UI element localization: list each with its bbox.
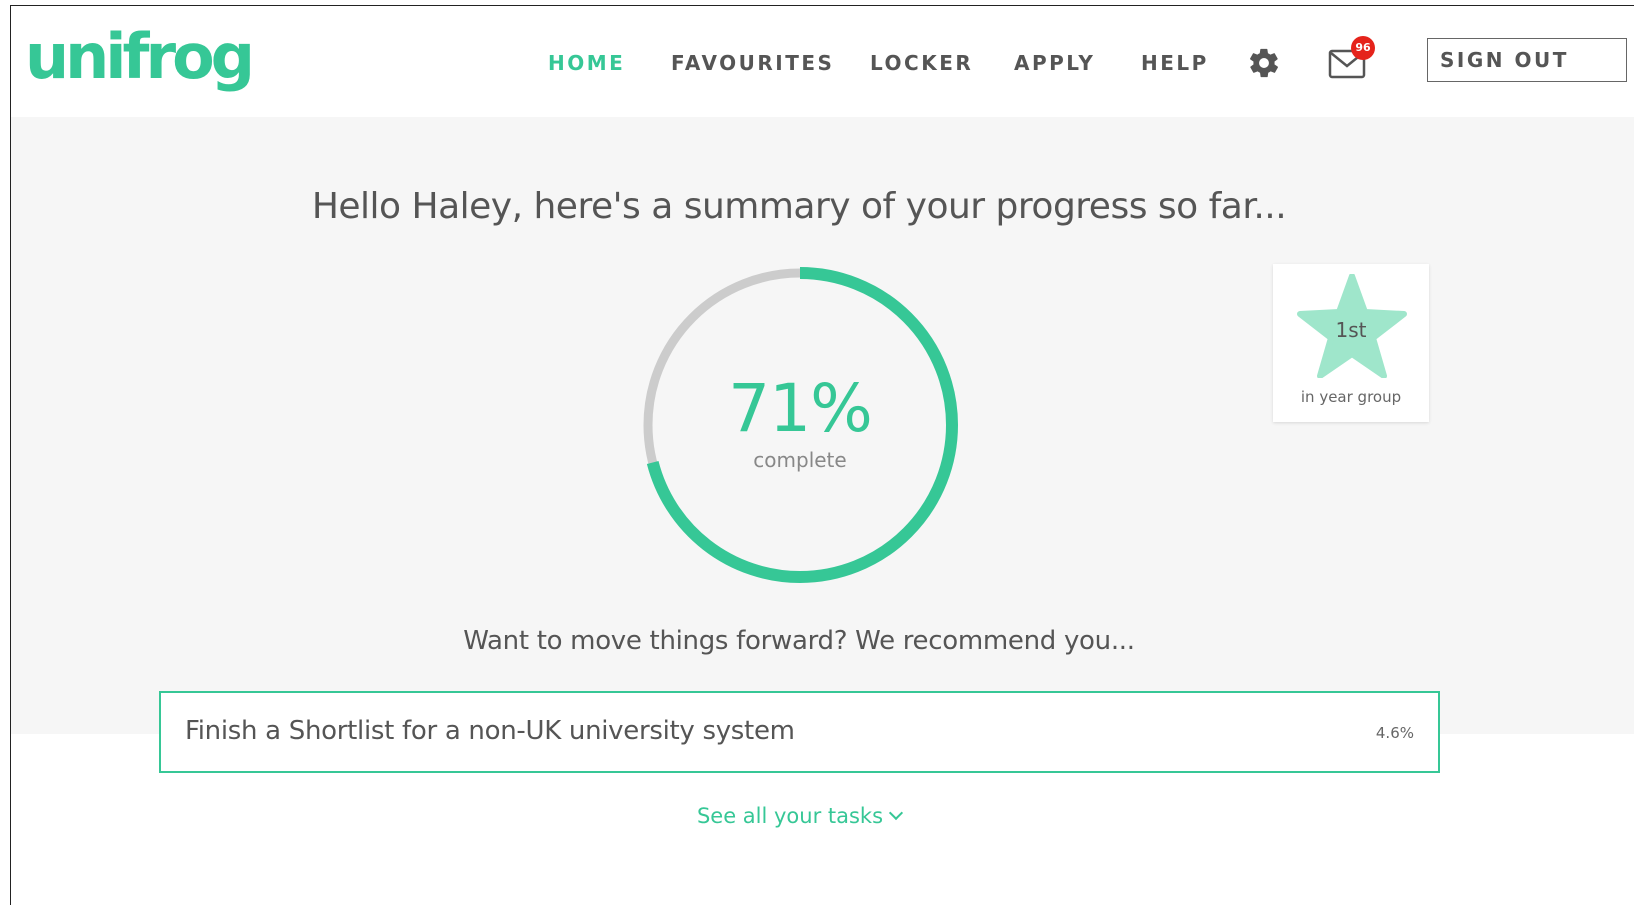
top-navbar: unifrog HOME FAVOURITES LOCKER APPLY HEL… xyxy=(11,6,1634,117)
nav-favourites[interactable]: FAVOURITES xyxy=(671,51,834,75)
nav-help[interactable]: HELP xyxy=(1141,51,1209,75)
unifrog-logo[interactable]: unifrog xyxy=(25,26,255,88)
rank-label: in year group xyxy=(1300,388,1402,406)
progress-percent: 71% xyxy=(728,370,873,447)
rank-value: 1st xyxy=(1335,318,1367,342)
mail-count-badge: 96 xyxy=(1351,36,1375,60)
nav-home[interactable]: HOME xyxy=(548,51,625,75)
task-percent: 4.6% xyxy=(1375,724,1414,742)
nav-apply[interactable]: APPLY xyxy=(1014,51,1095,75)
see-all-tasks-label: See all your tasks xyxy=(696,804,884,828)
task-title: Finish a Shortlist for a non-UK universi… xyxy=(185,716,795,746)
progress-label: complete xyxy=(753,448,847,472)
app-window: unifrog HOME FAVOURITES LOCKER APPLY HEL… xyxy=(10,5,1634,905)
chevron-down-icon xyxy=(888,805,904,821)
gear-icon[interactable] xyxy=(1247,46,1281,80)
greeting-heading: Hello Haley, here's a summary of your pr… xyxy=(311,186,1287,227)
nav-locker[interactable]: LOCKER xyxy=(870,51,973,75)
sign-out-button[interactable]: SIGN OUT xyxy=(1427,38,1627,82)
recommend-text: Want to move things forward? We recommen… xyxy=(463,626,1135,656)
rank-card: 1st in year group xyxy=(1273,264,1429,422)
see-all-tasks-link[interactable]: See all your tasks xyxy=(11,804,1587,828)
recommended-task-card[interactable]: Finish a Shortlist for a non-UK universi… xyxy=(159,691,1440,773)
